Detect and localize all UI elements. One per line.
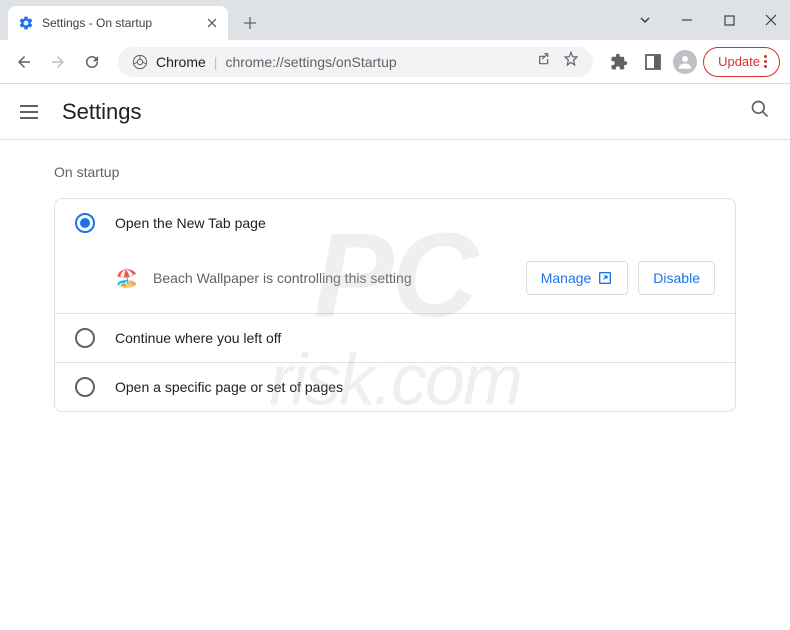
profile-avatar[interactable] [673,50,697,74]
extensions-icon[interactable] [605,48,633,76]
more-icon [764,55,767,68]
section-label: On startup [54,164,736,180]
minimize-icon[interactable] [680,13,694,27]
close-tab-icon[interactable] [204,15,220,31]
url-path: chrome://settings/onStartup [225,54,396,70]
radio-unselected[interactable] [75,377,95,397]
browser-toolbar: Chrome | chrome://settings/onStartup Upd… [0,40,790,84]
disable-button[interactable]: Disable [638,261,715,295]
radio-selected[interactable] [75,213,95,233]
option-continue[interactable]: Continue where you left off [55,313,735,362]
option-new-tab[interactable]: Open the New Tab page [55,199,735,247]
option-specific-page[interactable]: Open a specific page or set of pages [55,362,735,411]
new-tab-button[interactable] [236,9,264,37]
update-label: Update [718,54,760,69]
window-titlebar: Settings - On startup [0,0,790,40]
option-label: Open a specific page or set of pages [115,379,343,395]
page-title: Settings [62,99,142,125]
maximize-icon[interactable] [722,13,736,27]
gear-icon [18,15,34,31]
extension-icon: 🏖️ [115,268,139,289]
address-bar[interactable]: Chrome | chrome://settings/onStartup [118,47,593,77]
startup-options-card: Open the New Tab page 🏖️ Beach Wallpaper… [54,198,736,412]
option-label: Open the New Tab page [115,215,266,231]
bookmark-icon[interactable] [563,51,579,72]
url-origin: Chrome [156,54,206,70]
window-controls [638,0,790,40]
search-icon[interactable] [750,99,770,124]
update-button[interactable]: Update [703,47,780,77]
manage-button[interactable]: Manage [526,261,629,295]
chevron-down-icon[interactable] [638,13,652,27]
menu-icon[interactable] [20,100,44,124]
settings-header: Settings [0,84,790,140]
chrome-icon [132,54,148,70]
extension-text: Beach Wallpaper is controlling this sett… [153,270,512,286]
forward-button[interactable] [44,48,72,76]
external-link-icon [597,270,613,286]
extension-notice: 🏖️ Beach Wallpaper is controlling this s… [55,247,735,313]
reload-button[interactable] [78,48,106,76]
url-divider: | [214,54,218,70]
browser-tab[interactable]: Settings - On startup [8,6,228,40]
option-label: Continue where you left off [115,330,281,346]
side-panel-icon[interactable] [639,48,667,76]
back-button[interactable] [10,48,38,76]
tab-title: Settings - On startup [42,16,196,30]
share-icon[interactable] [537,51,553,72]
settings-content: On startup Open the New Tab page 🏖️ Beac… [0,140,790,436]
radio-unselected[interactable] [75,328,95,348]
close-icon[interactable] [764,13,778,27]
